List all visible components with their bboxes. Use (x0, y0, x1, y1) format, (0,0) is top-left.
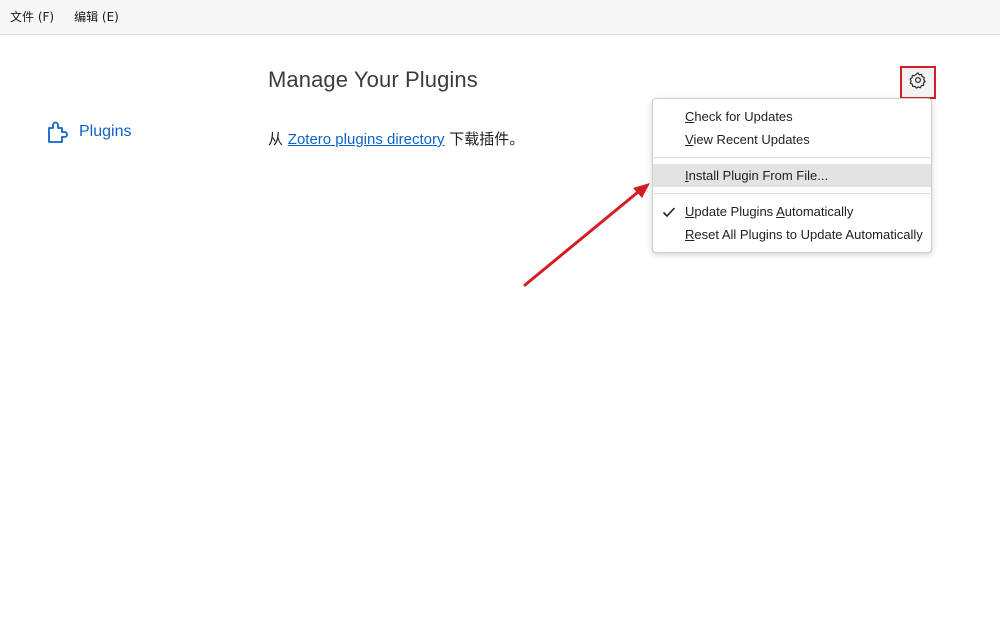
menu-item-install-plugin-from-file[interactable]: Install Plugin From File... (653, 164, 931, 187)
menu-separator (654, 157, 930, 158)
menu-separator (654, 193, 930, 194)
checkmark-icon (662, 200, 676, 223)
subtitle-prefix: 从 (268, 130, 288, 148)
annotation-arrow (523, 183, 650, 287)
sidebar-item-plugins[interactable]: Plugins (46, 118, 131, 146)
subtitle-suffix: 下载插件。 (444, 130, 525, 148)
menu-file[interactable]: 文件 (F) (0, 0, 64, 35)
sidebar-item-label: Plugins (79, 123, 132, 140)
plugins-directory-link[interactable]: Zotero plugins directory (288, 131, 445, 148)
page-title: Manage Your Plugins (268, 67, 478, 92)
plugins-directory-text: 从 Zotero plugins directory 下载插件。 (268, 128, 524, 149)
menu-item-view-recent-updates[interactable]: View Recent Updates (653, 128, 931, 151)
menu-item-check-for-updates[interactable]: Check for Updates (653, 105, 931, 128)
plugins-options-menu: Check for Updates View Recent Updates In… (652, 98, 932, 253)
menu-item-update-plugins-automatically[interactable]: Update Plugins Automatically (653, 200, 931, 223)
settings-gear-button[interactable] (900, 66, 936, 99)
menu-edit[interactable]: 编辑 (E) (64, 0, 129, 35)
menubar: 文件 (F) 编辑 (E) (0, 0, 1000, 35)
menu-item-reset-all-plugins[interactable]: Reset All Plugins to Update Automaticall… (653, 223, 931, 246)
gear-icon (909, 71, 927, 94)
puzzle-icon (46, 120, 68, 144)
